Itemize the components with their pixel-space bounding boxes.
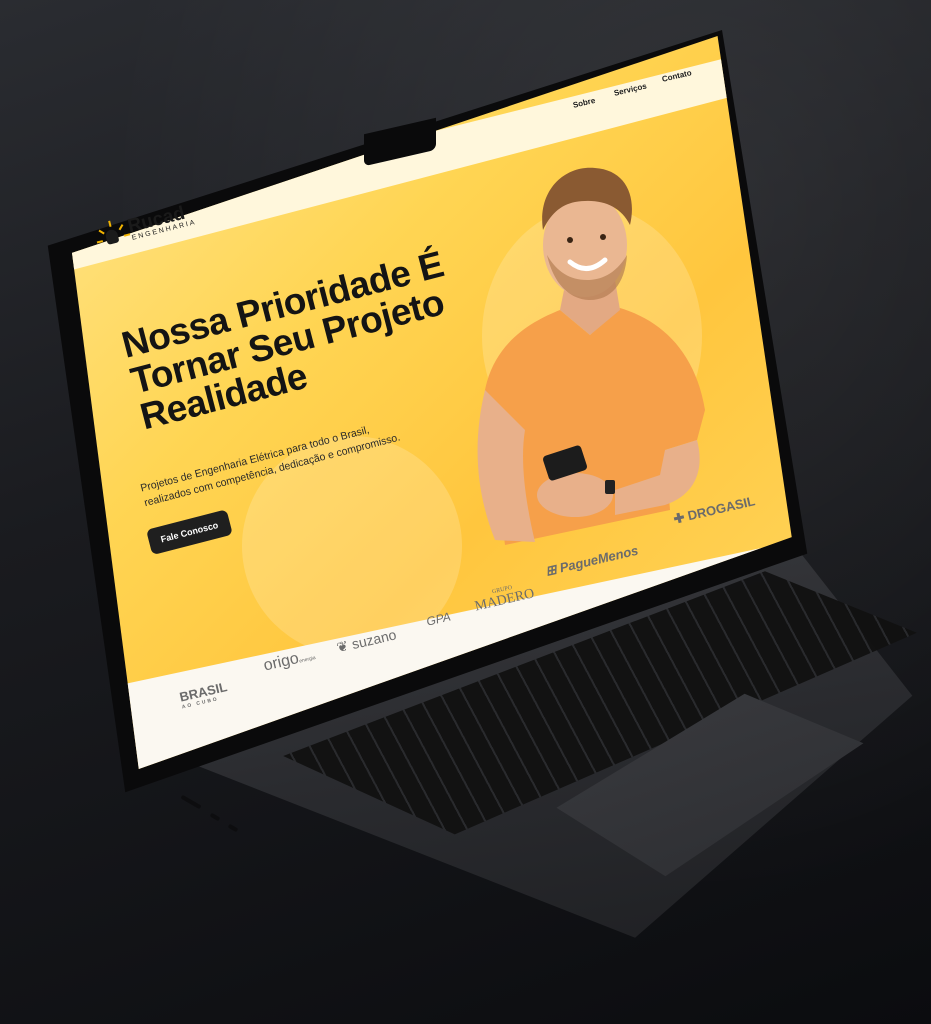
hero-person-photo	[477, 167, 705, 545]
usb-port	[209, 812, 221, 822]
usb-port	[180, 794, 202, 810]
usb-port	[227, 823, 239, 833]
origo-sub: energia	[298, 655, 317, 665]
laptop-mockup: Rucad ENGENHARIA Sobre Serviços Contato …	[0, 0, 931, 1024]
